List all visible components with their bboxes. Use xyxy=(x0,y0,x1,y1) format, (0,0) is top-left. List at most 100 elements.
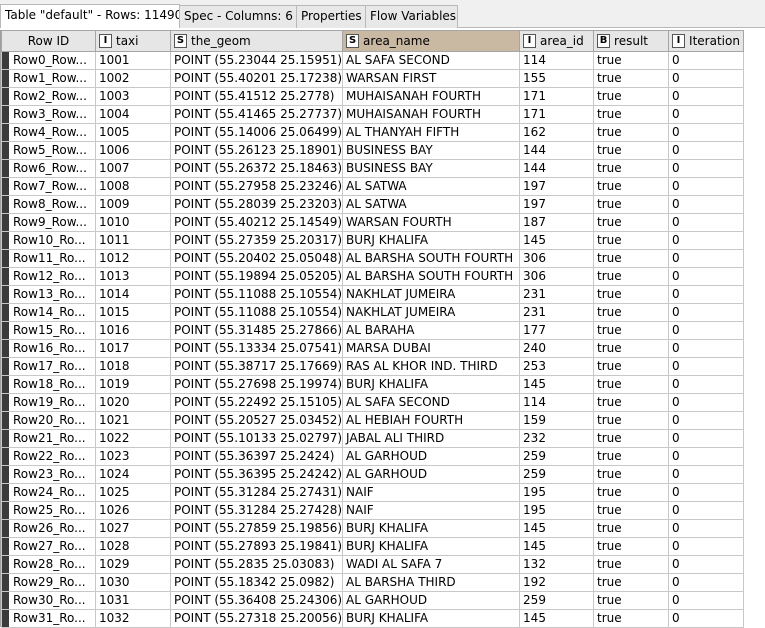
table-row[interactable]: Row24_Ro... 1025 POINT (55.31284 25.27431)… xyxy=(1,483,745,502)
table-row[interactable]: Row14_Ro... 1015 POINT (55.11088 25.10554)… xyxy=(1,303,745,322)
taxi-cell[interactable]: 1013 xyxy=(95,267,171,286)
iteration-cell[interactable]: 0 xyxy=(668,285,745,304)
result-cell[interactable]: true xyxy=(593,321,670,340)
table-row[interactable]: Row2_Row... 1003 POINT (55.41512 25.2778) M… xyxy=(1,87,745,106)
area-name-cell[interactable]: MUHAISANAH FOURTH xyxy=(342,105,521,124)
area-name-cell[interactable]: AL SATWA xyxy=(342,177,521,196)
geom-cell[interactable]: POINT (55.14006 25.06499) xyxy=(169,123,344,142)
taxi-cell[interactable]: 1025 xyxy=(95,483,171,502)
iteration-cell[interactable]: 0 xyxy=(668,483,745,502)
row-id-cell[interactable]: Row24_Ro... xyxy=(1,483,96,502)
area-id-cell[interactable]: 162 xyxy=(519,123,595,142)
area-id-cell[interactable]: 195 xyxy=(519,501,595,520)
area-name-cell[interactable]: BURJ KHALIFA xyxy=(342,609,521,628)
result-cell[interactable]: true xyxy=(593,249,670,268)
result-cell[interactable]: true xyxy=(593,357,670,376)
taxi-cell[interactable]: 1011 xyxy=(95,231,171,250)
row-id-cell[interactable]: Row11_Ro... xyxy=(1,249,96,268)
area-id-cell[interactable]: 232 xyxy=(519,429,595,448)
row-id-cell[interactable]: Row29_Ro... xyxy=(1,573,96,592)
taxi-cell[interactable]: 1030 xyxy=(95,573,171,592)
row-id-cell[interactable]: Row15_Ro... xyxy=(1,321,96,340)
row-id-cell[interactable]: Row31_Ro... xyxy=(1,609,96,628)
taxi-cell[interactable]: 1028 xyxy=(95,537,171,556)
iteration-cell[interactable]: 0 xyxy=(668,213,745,232)
geom-cell[interactable]: POINT (55.13334 25.07541) xyxy=(169,339,344,358)
table-row[interactable]: Row4_Row... 1005 POINT (55.14006 25.06499)… xyxy=(1,123,745,142)
iteration-cell[interactable]: 0 xyxy=(668,195,745,214)
area-name-cell[interactable]: AL BARSHA SOUTH FOURTH xyxy=(342,267,521,286)
taxi-cell[interactable]: 1003 xyxy=(95,87,171,106)
area-id-cell[interactable]: 240 xyxy=(519,339,595,358)
table-row[interactable]: Row1_Row... 1002 POINT (55.40201 25.17238)… xyxy=(1,69,745,88)
table-row[interactable]: Row11_Ro... 1012 POINT (55.20402 25.05048)… xyxy=(1,249,745,268)
table-row[interactable]: Row18_Ro... 1019 POINT (55.27698 25.19974)… xyxy=(1,375,745,394)
taxi-cell[interactable]: 1023 xyxy=(95,447,171,466)
table-row[interactable]: Row26_Ro... 1027 POINT (55.27859 25.19856)… xyxy=(1,519,745,538)
area-name-cell[interactable]: BURJ KHALIFA xyxy=(342,537,521,556)
taxi-cell[interactable]: 1008 xyxy=(95,177,171,196)
area-id-cell[interactable]: 144 xyxy=(519,159,595,178)
area-name-cell[interactable]: NAKHLAT JUMEIRA xyxy=(342,285,521,304)
geom-cell[interactable]: POINT (55.26372 25.18463) xyxy=(169,159,344,178)
iteration-cell[interactable]: 0 xyxy=(668,447,745,466)
iteration-cell[interactable]: 0 xyxy=(668,537,745,556)
table-row[interactable]: Row6_Row... 1007 POINT (55.26372 25.18463)… xyxy=(1,159,745,178)
area-id-cell[interactable]: 187 xyxy=(519,213,595,232)
table-row[interactable]: Row28_Ro... 1029 POINT (55.2835 25.03083) W… xyxy=(1,555,745,574)
area-id-cell[interactable]: 144 xyxy=(519,141,595,160)
area-id-cell[interactable]: 306 xyxy=(519,249,595,268)
column-header-iteration[interactable]: I Iteration xyxy=(668,30,745,52)
row-id-cell[interactable]: Row20_Ro... xyxy=(1,411,96,430)
table-row[interactable]: Row12_Ro... 1013 POINT (55.19894 25.05205)… xyxy=(1,267,745,286)
row-id-cell[interactable]: Row5_Row... xyxy=(1,141,96,160)
area-name-cell[interactable]: BUSINESS BAY xyxy=(342,159,521,178)
area-name-cell[interactable]: WARSAN FOURTH xyxy=(342,213,521,232)
area-name-cell[interactable]: AL BARAHA xyxy=(342,321,521,340)
area-id-cell[interactable]: 259 xyxy=(519,465,595,484)
result-cell[interactable]: true xyxy=(593,303,670,322)
taxi-cell[interactable]: 1001 xyxy=(95,51,171,70)
result-cell[interactable]: true xyxy=(593,267,670,286)
area-name-cell[interactable]: NAIF xyxy=(342,501,521,520)
column-header-the-geom[interactable]: Sthe_geom xyxy=(169,30,344,52)
taxi-cell[interactable]: 1016 xyxy=(95,321,171,340)
area-name-cell[interactable]: WADI AL SAFA 7 xyxy=(342,555,521,574)
area-id-cell[interactable]: 259 xyxy=(519,591,595,610)
geom-cell[interactable]: POINT (55.11088 25.10554) xyxy=(169,303,344,322)
geom-cell[interactable]: POINT (55.40201 25.17238) xyxy=(169,69,344,88)
taxi-cell[interactable]: 1005 xyxy=(95,123,171,142)
area-id-cell[interactable]: 177 xyxy=(519,321,595,340)
result-cell[interactable]: true xyxy=(593,573,670,592)
row-id-cell[interactable]: Row18_Ro... xyxy=(1,375,96,394)
geom-cell[interactable]: POINT (55.2835 25.03083) xyxy=(169,555,344,574)
iteration-cell[interactable]: 0 xyxy=(668,411,745,430)
result-cell[interactable]: true xyxy=(593,87,670,106)
result-cell[interactable]: true xyxy=(593,231,670,250)
result-cell[interactable]: true xyxy=(593,519,670,538)
row-id-cell[interactable]: Row12_Ro... xyxy=(1,267,96,286)
column-header-row-id[interactable]: Row ID xyxy=(1,30,96,52)
iteration-cell[interactable]: 0 xyxy=(668,177,745,196)
table-row[interactable]: Row25_Ro... 1026 POINT (55.31284 25.27428)… xyxy=(1,501,745,520)
taxi-cell[interactable]: 1031 xyxy=(95,591,171,610)
result-cell[interactable]: true xyxy=(593,447,670,466)
result-cell[interactable]: true xyxy=(593,123,670,142)
area-id-cell[interactable]: 231 xyxy=(519,285,595,304)
row-id-cell[interactable]: Row4_Row... xyxy=(1,123,96,142)
result-cell[interactable]: true xyxy=(593,213,670,232)
area-name-cell[interactable]: MUHAISANAH FOURTH xyxy=(342,87,521,106)
taxi-cell[interactable]: 1014 xyxy=(95,285,171,304)
table-row[interactable]: Row7_Row... 1008 POINT (55.27958 25.23246)… xyxy=(1,177,745,196)
iteration-cell[interactable]: 0 xyxy=(668,591,745,610)
result-cell[interactable]: true xyxy=(593,195,670,214)
table-row[interactable]: Row10_Ro... 1011 POINT (55.27359 25.20317)… xyxy=(1,231,745,250)
iteration-cell[interactable]: 0 xyxy=(668,87,745,106)
area-id-cell[interactable]: 159 xyxy=(519,411,595,430)
iteration-cell[interactable]: 0 xyxy=(668,105,745,124)
geom-cell[interactable]: POINT (55.38717 25.17669) xyxy=(169,357,344,376)
tab-flow-variables[interactable]: Flow Variables xyxy=(365,5,458,28)
area-id-cell[interactable]: 145 xyxy=(519,519,595,538)
row-id-cell[interactable]: Row2_Row... xyxy=(1,87,96,106)
iteration-cell[interactable]: 0 xyxy=(668,231,745,250)
